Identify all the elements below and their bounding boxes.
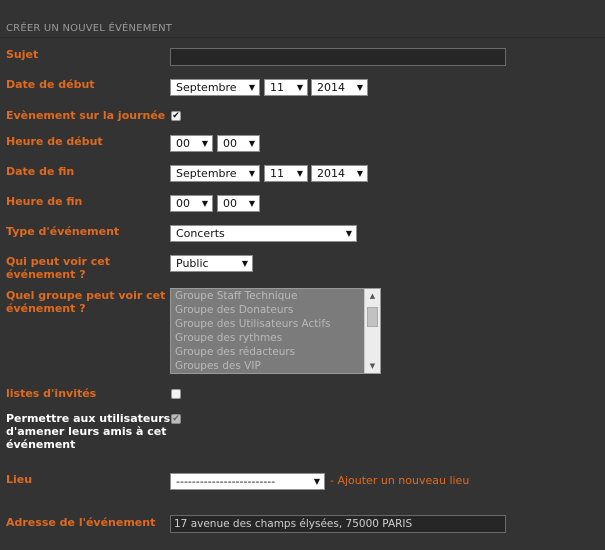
- start-date-label: Date de début: [6, 78, 95, 91]
- start-year-value: 2014: [317, 81, 345, 94]
- bring-friends-label-line3: événement: [6, 438, 76, 451]
- all-day-checkbox[interactable]: ✔: [171, 111, 181, 121]
- subject-input[interactable]: [170, 48, 506, 66]
- end-time-label: Heure de fin: [6, 195, 83, 208]
- visibility-label-line2: événement ?: [6, 268, 86, 281]
- list-item[interactable]: Groupe des rythmes: [171, 331, 380, 345]
- triangle-down-icon: ▼: [356, 83, 363, 92]
- end-minute-select[interactable]: 00 ▼: [217, 195, 260, 212]
- location-select[interactable]: ------------------------- ▼: [170, 473, 325, 490]
- end-month-value: Septembre: [176, 167, 237, 180]
- end-minute-value: 00: [223, 197, 237, 210]
- start-time-label: Heure de début: [6, 135, 103, 148]
- bring-friends-label: Permettre aux utilisateurs d'amener leur…: [6, 412, 170, 451]
- triangle-down-icon: ▼: [313, 477, 320, 486]
- bring-friends-checkbox[interactable]: ✔: [171, 414, 181, 424]
- scroll-up-icon[interactable]: ▲: [365, 289, 380, 303]
- end-month-select[interactable]: Septembre ▼: [170, 165, 260, 182]
- start-month-value: Septembre: [176, 81, 237, 94]
- form-header: CRÉER UN NOUVEL ÉVÉNEMENT: [0, 0, 605, 38]
- end-date-label: Date de fin: [6, 165, 75, 178]
- group-listbox[interactable]: Groupe Staff Technique Groupe des Donate…: [170, 288, 381, 374]
- start-day-select[interactable]: 11 ▼: [264, 79, 308, 96]
- end-day-value: 11: [270, 167, 284, 180]
- address-input[interactable]: 17 avenue des champs élysées, 75000 PARI…: [170, 515, 506, 533]
- list-item[interactable]: Groupe des rédacteurs: [171, 345, 380, 359]
- event-type-select[interactable]: Concerts ▼: [170, 225, 357, 242]
- scroll-down-icon[interactable]: ▼: [365, 359, 380, 373]
- triangle-down-icon: ▼: [345, 229, 352, 238]
- listbox-scrollbar[interactable]: ▲ ▼: [364, 289, 380, 373]
- triangle-down-icon: ▼: [248, 199, 255, 208]
- start-minute-value: 00: [223, 137, 237, 150]
- list-item[interactable]: Groupe des Utilisateurs Actifs: [171, 317, 380, 331]
- add-location-link[interactable]: - Ajouter un nouveau lieu: [330, 474, 469, 487]
- list-item[interactable]: Groupes des VIP: [171, 359, 380, 373]
- event-type-label: Type d'événement: [6, 225, 120, 238]
- all-day-label: Evènement sur la journée: [6, 109, 166, 122]
- visibility-label: Qui peut voir cet événement ?: [6, 255, 110, 281]
- address-label: Adresse de l'événement: [6, 516, 156, 529]
- triangle-down-icon: ▼: [241, 259, 248, 268]
- start-hour-select[interactable]: 00 ▼: [170, 135, 213, 152]
- subject-label: Sujet: [6, 48, 39, 61]
- location-value: -------------------------: [176, 475, 276, 488]
- list-item[interactable]: Groupe des Donateurs: [171, 303, 380, 317]
- event-type-value: Concerts: [176, 227, 225, 240]
- guest-lists-checkbox[interactable]: [171, 389, 181, 399]
- start-hour-value: 00: [176, 137, 190, 150]
- end-day-select[interactable]: 11 ▼: [264, 165, 308, 182]
- visibility-label-line1: Qui peut voir cet: [6, 255, 111, 268]
- group-visibility-label: Quel groupe peut voir cet événement ?: [6, 289, 165, 315]
- list-item[interactable]: Groupe Staff Technique: [171, 289, 380, 303]
- guest-lists-label: listes d'invités: [6, 387, 97, 400]
- visibility-select[interactable]: Public ▼: [170, 255, 253, 272]
- triangle-down-icon: ▼: [248, 83, 255, 92]
- scrollbar-thumb[interactable]: [367, 307, 378, 327]
- triangle-down-icon: ▼: [248, 139, 255, 148]
- bring-friends-label-line1: Permettre aux utilisateurs: [6, 412, 171, 425]
- triangle-down-icon: ▼: [356, 169, 363, 178]
- form-title: CRÉER UN NOUVEL ÉVÉNEMENT: [6, 23, 173, 34]
- visibility-value: Public: [176, 257, 209, 270]
- bring-friends-label-line2: d'amener leurs amis à cet: [6, 425, 167, 438]
- end-hour-select[interactable]: 00 ▼: [170, 195, 213, 212]
- start-day-value: 11: [270, 81, 284, 94]
- triangle-down-icon: ▼: [201, 199, 208, 208]
- end-year-value: 2014: [317, 167, 345, 180]
- end-hour-value: 00: [176, 197, 190, 210]
- group-visibility-label-line1: Quel groupe peut voir cet: [6, 289, 166, 302]
- end-year-select[interactable]: 2014 ▼: [311, 165, 368, 182]
- triangle-down-icon: ▼: [201, 139, 208, 148]
- triangle-down-icon: ▼: [296, 83, 303, 92]
- triangle-down-icon: ▼: [296, 169, 303, 178]
- group-visibility-label-line2: événement ?: [6, 302, 86, 315]
- start-year-select[interactable]: 2014 ▼: [311, 79, 368, 96]
- start-month-select[interactable]: Septembre ▼: [170, 79, 260, 96]
- start-minute-select[interactable]: 00 ▼: [217, 135, 260, 152]
- location-label: Lieu: [6, 473, 33, 486]
- triangle-down-icon: ▼: [248, 169, 255, 178]
